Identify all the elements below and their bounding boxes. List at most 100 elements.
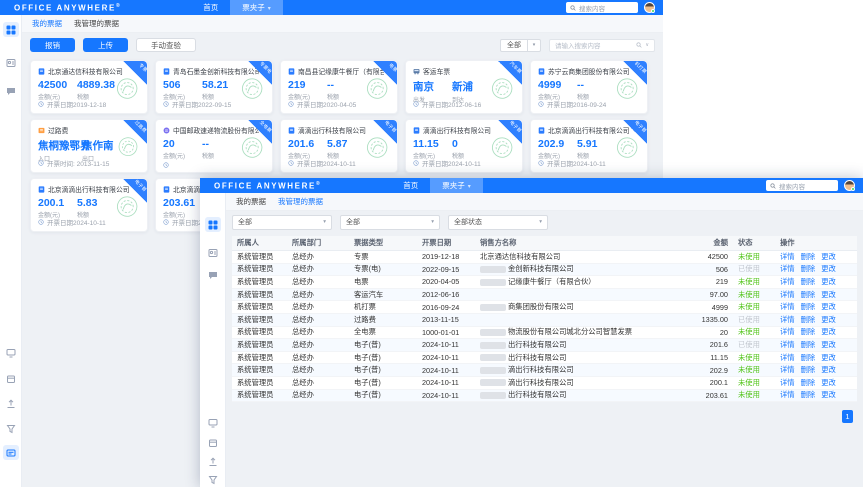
breadcrumb-item-1[interactable]: 我管理的票据 [278,196,323,207]
sidebar-package-icon[interactable] [3,371,19,386]
change-link[interactable]: 更改 [821,315,836,324]
sidebar-chat-icon[interactable] [3,83,19,98]
user-avatar[interactable] [644,2,655,13]
redacted-text-block [480,354,506,361]
breadcrumb-item-1[interactable]: 我管理的票据 [74,18,119,29]
sidebar-monitor-icon[interactable] [205,415,221,430]
delete-link[interactable]: 删除 [801,264,816,273]
change-link[interactable]: 更改 [821,353,836,362]
cell-actions: 详情删除更改 [775,315,857,325]
sidebar-funnel-icon[interactable] [3,421,19,436]
page-1-button[interactable]: 1 [842,410,853,423]
seller-name: 物流股份有限公司城北分公司智慧发票 [508,327,632,336]
delete-link[interactable]: 删除 [801,390,816,399]
invoice-card[interactable]: 机打票苏宁云商集团股份有限公司4999金额(元)--税额开票日期2016-09-… [530,60,648,114]
status-filter-select[interactable]: 全部状态▾ [448,215,548,230]
invoice-card[interactable]: 汽车票客运车票南京出发新浦到达开票日期2012-06-16 [405,60,523,114]
invoice-card[interactable]: 电子普滴滴出行科技有限公司201.6金额(元)5.87税额开票日期2024-10… [280,119,398,173]
card-amount: 5.87 [327,138,366,150]
sidebar-funnel-icon[interactable] [205,472,221,487]
owner-filter-select[interactable]: 全部▾ [232,215,332,230]
detail-link[interactable]: 详情 [780,365,795,374]
detail-link[interactable]: 详情 [780,315,795,324]
delete-link[interactable]: 删除 [801,353,816,362]
card-search-input[interactable]: 请输入搜索内容 ∨ [549,39,655,52]
change-link[interactable]: 更改 [821,365,836,374]
invoice-card[interactable]: 电子普北京滴滴出行科技有限公司202.9金额(元)5.91税额开票日期2024-… [530,119,648,173]
change-link[interactable]: 更改 [821,327,836,336]
delete-link[interactable]: 删除 [801,290,816,299]
tab-home[interactable]: 首页 [191,0,230,15]
invoice-card[interactable]: 专票北京通达信科技有限公司42500金额(元)4889.38税额开票日期2019… [30,60,148,114]
card-amount: 58.21 [202,79,241,91]
delete-link[interactable]: 删除 [801,252,816,261]
sidebar-invoice-card-icon[interactable] [3,445,19,460]
user-avatar[interactable] [844,180,855,191]
change-link[interactable]: 更改 [821,340,836,349]
sidebar-id-badge-icon[interactable] [205,245,221,260]
detail-link[interactable]: 详情 [780,327,795,336]
invoice-card[interactable]: 专票电青岛石墨金创新科技有限公司506金额(元)58.21税额开票日期2022-… [155,60,273,114]
cell-type: 过路费 [349,315,417,325]
detail-link[interactable]: 详情 [780,340,795,349]
change-link[interactable]: 更改 [821,302,836,311]
delete-link[interactable]: 删除 [801,277,816,286]
search-icon [770,183,776,189]
cell-seller: 出行科技有限公司 [475,390,665,400]
cell-seller: 北京通达信科技有限公司 [475,252,665,262]
sidebar-apps-grid-icon[interactable] [3,22,19,37]
topbar-search-input[interactable]: 搜索内容 [566,2,638,13]
card-title-text: 苏宁云商集团股份有限公司 [548,66,630,76]
invoice-card[interactable]: 全电票中国邮政速递物流股份有限公司城北...20金额(元)--税额 [155,119,273,173]
sidebar-upload-icon[interactable] [3,396,19,411]
invoice-card[interactable]: 电票南昌县记缘康牛餐厅（有限合伙）219金额(元)--税额开票日期2020-04… [280,60,398,114]
card-amount: 0 [452,138,491,150]
sidebar-upload-icon[interactable] [205,454,221,469]
invoice-card[interactable]: 电子普滴滴出行科技有限公司11.15金额(元)0税额开票日期2024-10-11 [405,119,523,173]
dept-filter-select[interactable]: 全部▾ [340,215,440,230]
type-filter-select[interactable]: 全部 [500,39,528,52]
sidebar-apps-grid-icon[interactable] [205,217,221,232]
breadcrumb-item-0[interactable]: 我的票据 [32,18,62,29]
card-title: 北京滴滴出行科技有限公司 [538,125,634,135]
sidebar-chat-icon[interactable] [205,267,221,282]
detail-link[interactable]: 详情 [780,264,795,273]
change-link[interactable]: 更改 [821,390,836,399]
filter-caret-button[interactable]: ▾ [528,39,541,52]
delete-link[interactable]: 删除 [801,315,816,324]
manual-verify-button[interactable]: 手动查验 [136,38,196,52]
change-link[interactable]: 更改 [821,264,836,273]
delete-link[interactable]: 删除 [801,302,816,311]
post-icon [163,127,170,134]
detail-link[interactable]: 详情 [780,353,795,362]
cell-type: 全电票 [349,327,417,337]
delete-link[interactable]: 删除 [801,340,816,349]
sidebar-package-icon[interactable] [205,435,221,450]
delete-link[interactable]: 删除 [801,327,816,336]
change-link[interactable]: 更改 [821,290,836,299]
detail-link[interactable]: 详情 [780,277,795,286]
delete-link[interactable]: 删除 [801,378,816,387]
tab-home[interactable]: 首页 [391,178,430,193]
detail-link[interactable]: 详情 [780,390,795,399]
invoice-card[interactable]: 电子普北京滴滴出行科技有限公司200.1金额(元)5.83税额开票日期2024-… [30,178,148,232]
upload-button[interactable]: 上传 [83,38,128,52]
cell-actions: 详情删除更改 [775,264,857,274]
change-link[interactable]: 更改 [821,277,836,286]
sidebar-monitor-icon[interactable] [3,345,19,360]
detail-link[interactable]: 详情 [780,302,795,311]
delete-link[interactable]: 删除 [801,365,816,374]
detail-link[interactable]: 详情 [780,378,795,387]
detail-link[interactable]: 详情 [780,290,795,299]
change-link[interactable]: 更改 [821,378,836,387]
reimburse-button[interactable]: 报销 [30,38,75,52]
invoice-card[interactable]: 过路费过路费焦桐豫鄂界入口焦作南出口开票时间: 2013-11-15 [30,119,148,173]
sidebar-id-badge-icon[interactable] [3,55,19,70]
change-link[interactable]: 更改 [821,252,836,261]
topbar-search-input[interactable]: 搜索内容 [766,180,838,191]
detail-link[interactable]: 详情 [780,252,795,261]
table-row: 系统管理员总经办电票2020-04-05记缘康牛餐厅（有限合伙）219未使用详情… [232,276,857,289]
breadcrumb-item-0[interactable]: 我的票据 [236,196,266,207]
tab-piaojiazi[interactable]: 票夹子▾ [430,178,483,193]
tab-piaojiazi[interactable]: 票夹子▾ [230,0,283,15]
